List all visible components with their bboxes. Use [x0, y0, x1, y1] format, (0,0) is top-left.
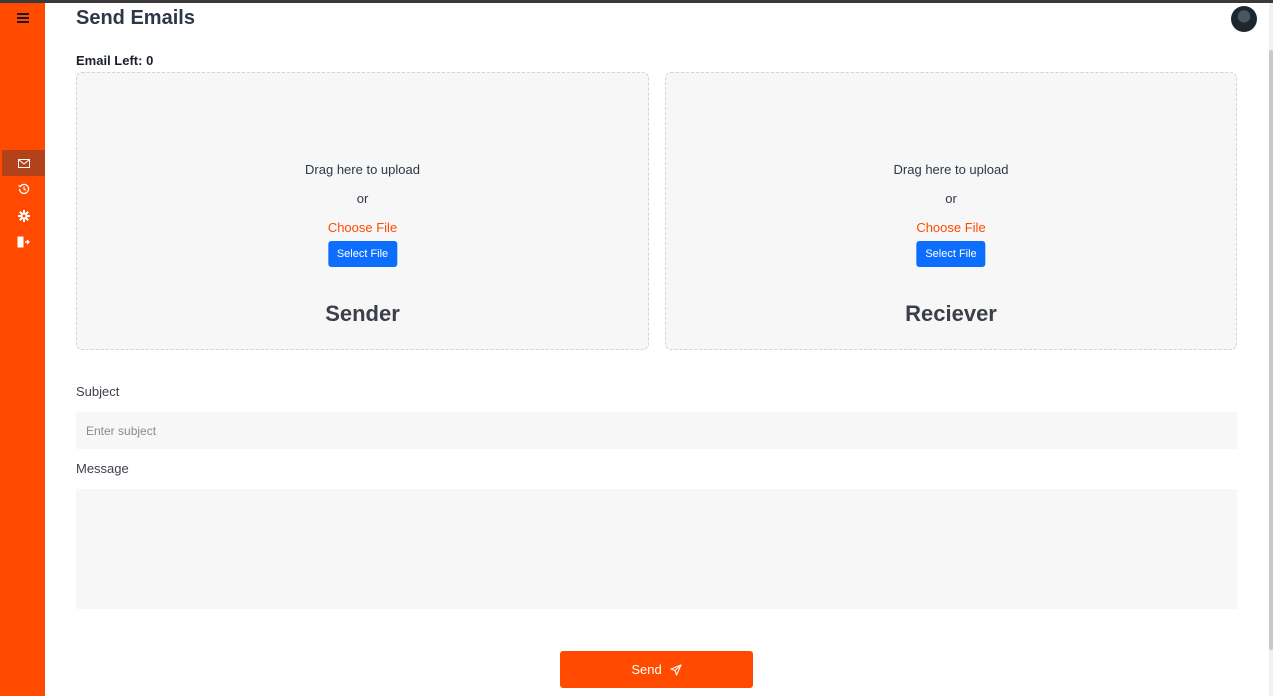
paper-plane-icon — [670, 663, 682, 676]
sidebar-item-logout[interactable] — [2, 229, 45, 255]
sender-select-file-button[interactable]: Select File — [327, 241, 398, 267]
gear-icon — [17, 210, 30, 222]
message-label: Message — [76, 461, 129, 476]
email-left-counter: Email Left: 0 — [76, 53, 154, 68]
message-textarea[interactable] — [76, 489, 1237, 609]
main-content: Send Emails Email Left: 0 Drag here to u… — [45, 3, 1269, 696]
dropzone-drag-text: Drag here to upload — [305, 162, 420, 177]
choose-file-link[interactable]: Choose File — [666, 220, 1236, 235]
receiver-title: Reciever — [905, 301, 997, 326]
sender-title: Sender — [325, 301, 400, 326]
history-icon — [17, 183, 29, 195]
dropzone-or-text: or — [356, 191, 369, 206]
logout-icon — [17, 236, 30, 248]
scrollbar-thumb[interactable] — [1269, 50, 1273, 650]
envelope-icon — [17, 158, 30, 168]
receiver-dropzone[interactable]: Drag here to upload or Choose File Selec… — [665, 72, 1237, 350]
subject-input[interactable] — [76, 412, 1237, 449]
send-button[interactable]: Send — [560, 651, 753, 688]
avatar[interactable] — [1231, 6, 1257, 32]
dropzone-drag-text: Drag here to upload — [893, 162, 1009, 177]
page-title: Send Emails — [76, 7, 195, 29]
sidebar — [0, 3, 45, 696]
choose-file-link[interactable]: Choose File — [77, 220, 648, 235]
subject-label: Subject — [76, 384, 120, 399]
sidebar-item-history[interactable] — [2, 176, 45, 202]
dropzone-or-text: or — [945, 191, 957, 206]
sidebar-item-send-emails[interactable] — [2, 150, 45, 176]
hamburger-menu-icon[interactable] — [14, 11, 32, 25]
sidebar-item-settings[interactable] — [2, 203, 45, 229]
send-button-label: Send — [631, 662, 662, 677]
sender-dropzone[interactable]: Drag here to upload or Choose File Selec… — [76, 72, 649, 350]
receiver-select-file-button[interactable]: Select File — [916, 241, 986, 267]
